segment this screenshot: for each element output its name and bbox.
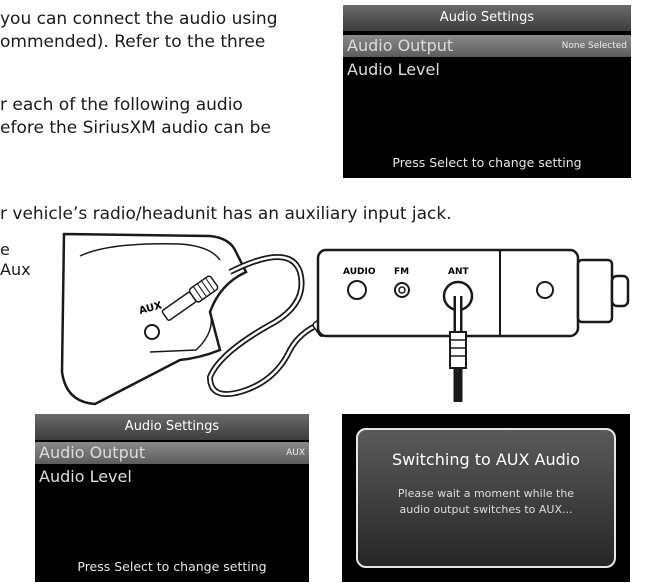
screen-title: Audio Settings bbox=[343, 5, 631, 31]
audio-jack-label: AUDIO bbox=[343, 267, 376, 277]
popup-title: Switching to AUX Audio bbox=[391, 450, 581, 469]
intro-line-4: efore the SiriusXM audio can be bbox=[0, 118, 271, 138]
intro-line-6: e bbox=[0, 240, 10, 259]
audio-level-label: Audio Level bbox=[39, 467, 132, 486]
popup-dialog: Switching to AUX Audio Please wait a mom… bbox=[356, 428, 616, 568]
switching-popup-screen: Switching to AUX Audio Please wait a mom… bbox=[342, 414, 630, 582]
intro-line-7: Aux bbox=[0, 260, 31, 279]
audio-settings-screen-none: Audio Settings Audio Output None Selecte… bbox=[343, 5, 631, 178]
audio-jack bbox=[347, 280, 367, 300]
popup-message: Please wait a moment while the audio out… bbox=[376, 486, 596, 518]
audio-output-value: AUX bbox=[286, 448, 305, 458]
intro-line-5: r vehicle’s radio/headunit has an auxili… bbox=[0, 204, 452, 224]
audio-output-label: Audio Output bbox=[347, 36, 454, 55]
screen-footer: Press Select to change setting bbox=[392, 155, 582, 170]
popup-message-line-2: audio output switches to AUX... bbox=[399, 503, 573, 516]
audio-settings-screen-aux: Audio Settings Audio Output AUX Audio Le… bbox=[35, 414, 309, 582]
audio-output-label: Audio Output bbox=[39, 443, 146, 462]
screen-footer: Press Select to change setting bbox=[77, 559, 267, 574]
audio-level-row[interactable]: Audio Level bbox=[35, 466, 309, 488]
intro-line-2: ommended). Refer to the three bbox=[0, 32, 266, 52]
intro-line-3: r each of the following audio bbox=[0, 95, 243, 115]
unit-button bbox=[536, 281, 554, 299]
intro-line-1: you can connect the audio using bbox=[0, 9, 278, 29]
popup-message-line-1: Please wait a moment while the bbox=[397, 487, 575, 500]
fm-jack bbox=[394, 282, 410, 298]
dashboard-shape bbox=[60, 232, 248, 406]
audio-output-row[interactable]: Audio Output AUX bbox=[35, 442, 309, 464]
audio-level-label: Audio Level bbox=[347, 60, 440, 79]
screen-title: Audio Settings bbox=[35, 414, 309, 440]
audio-output-row[interactable]: Audio Output None Selected bbox=[343, 35, 631, 57]
audio-output-value: None Selected bbox=[561, 41, 627, 51]
ant-jack-label: ANT bbox=[448, 267, 469, 277]
fm-jack-label: FM bbox=[394, 267, 409, 277]
aux-connection-diagram: AUX AUDIO FM ANT bbox=[60, 232, 630, 406]
audio-level-row[interactable]: Audio Level bbox=[343, 59, 631, 81]
aux-port bbox=[144, 324, 160, 340]
